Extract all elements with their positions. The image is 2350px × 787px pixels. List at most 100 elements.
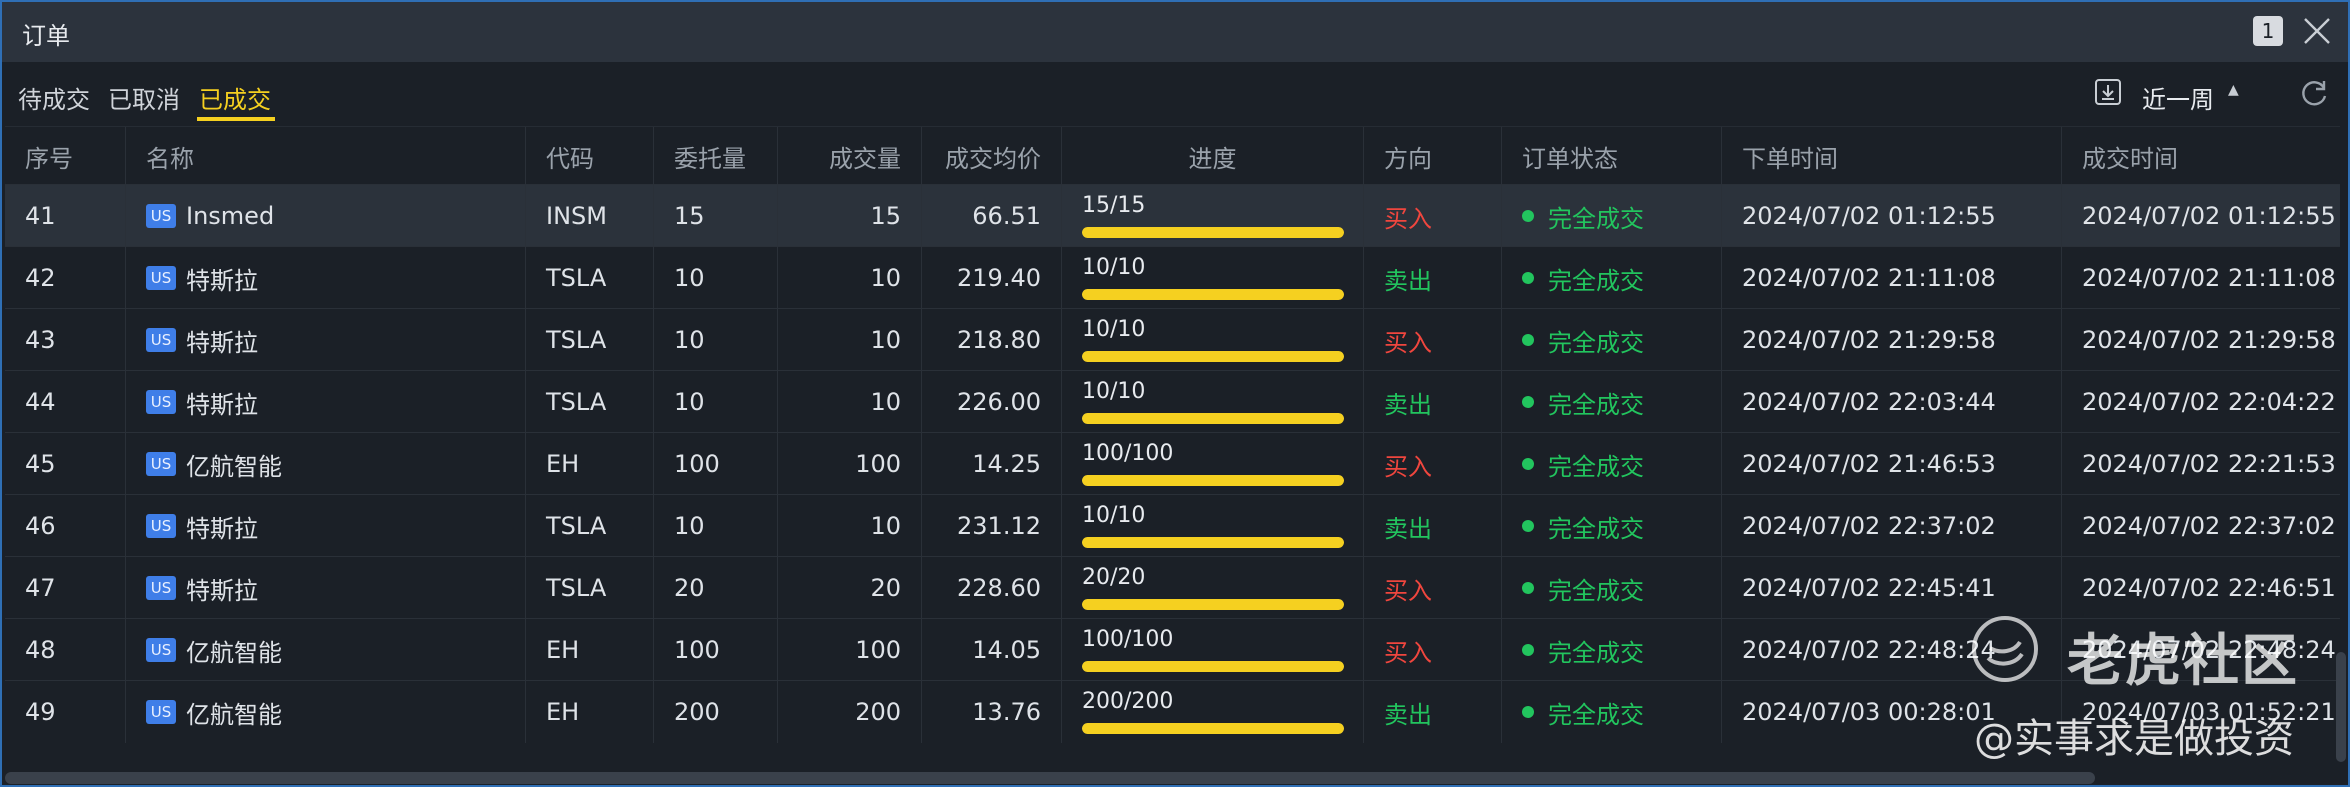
period-selector[interactable]: 近一周 [2142,80,2214,115]
watermark-brand: 老虎社区 [2067,629,2299,694]
cell-avg-price: 226.00 [921,371,1061,433]
cell-avg-price: 218.80 [921,309,1061,371]
cell-code: INSM [525,185,653,247]
cell-code: TSLA [525,557,653,619]
cell-direction: 买入 [1363,185,1501,247]
cell-fill-time: 2024/07/02 22:46:51 [2061,557,2340,619]
header-order-time[interactable]: 下单时间 [1721,127,2061,185]
cell-order-qty: 100 [653,619,777,681]
header-order-qty[interactable]: 委托量 [653,127,777,185]
progress-bar [1082,413,1344,424]
header-avg-price[interactable]: 成交均价 [921,127,1061,185]
stock-name: 亿航智能 [186,638,282,667]
header-name[interactable]: 名称 [125,127,525,185]
progress-indicator: 20/20 [1082,565,1344,611]
table-row[interactable]: 43 US 特斯拉 TSLA 10 10 218.80 10/10 买入 完全成交 2024/07/… [5,308,2340,371]
tab-cancelled[interactable]: 已取消 [108,80,180,115]
table-header: 序号 名称 代码 委托量 成交量 成交均价 进度 方向 订单状态 下单时间 成交… [5,126,2340,185]
cell-order-time: 2024/07/02 22:03:44 [1721,371,2061,433]
progress-bar [1082,661,1344,672]
status-text: 完全成交 [1548,266,1644,295]
caret-up-icon[interactable]: ▲ [2228,82,2239,98]
header-filled-qty[interactable]: 成交量 [777,127,921,185]
tab-pending[interactable]: 待成交 [18,80,90,115]
cell-name: US 特斯拉 [125,495,525,557]
tiger-logo-icon [1972,616,2038,682]
progress-text: 20/20 [1082,565,1146,590]
cell-order-qty: 10 [653,495,777,557]
cell-no: 45 [25,450,56,478]
cell-direction: 卖出 [1363,247,1501,309]
stock-name: 特斯拉 [186,576,258,605]
cell-code: EH [525,433,653,495]
cell-name: US Insmed [125,185,525,247]
cell-name: US 亿航智能 [125,433,525,495]
table-row[interactable]: 47 US 特斯拉 TSLA 20 20 228.60 20/20 买入 完全成交 2024/07/… [5,556,2340,619]
header-fill-time[interactable]: 成交时间 [2061,127,2340,185]
table-row[interactable]: 45 US 亿航智能 EH 100 100 14.25 100/100 买入 完全成交 2024/0… [5,432,2340,495]
cell-filled-qty: 15 [777,185,921,247]
progress-text: 10/10 [1082,255,1146,280]
cell-name: US 特斯拉 [125,309,525,371]
tab-filled[interactable]: 已成交 [199,80,271,115]
horizontal-scrollbar[interactable] [5,772,2095,784]
cell-code: TSLA [525,309,653,371]
header-status[interactable]: 订单状态 [1501,127,1721,185]
cell-code: EH [525,681,653,743]
progress-bar [1082,475,1344,486]
refresh-icon[interactable] [2298,78,2330,110]
order-status: 完全成交 [1522,509,1644,544]
table-row[interactable]: 42 US 特斯拉 TSLA 10 10 219.40 10/10 卖出 完全成交 2024/07/… [5,246,2340,309]
header-progress[interactable]: 进度 [1061,127,1363,185]
order-status: 完全成交 [1522,571,1644,606]
header-no[interactable]: 序号 [5,127,125,185]
progress-fill [1082,227,1344,238]
header-direction[interactable]: 方向 [1363,127,1501,185]
vertical-scrollbar[interactable] [2336,652,2346,762]
table-row[interactable]: 41 US Insmed INSM 15 15 66.51 15/15 买入 完全成交 2024/0… [5,184,2340,247]
order-status: 完全成交 [1522,695,1644,730]
cell-no: 41 [25,202,56,230]
status-text: 完全成交 [1548,390,1644,419]
cell-avg-price: 219.40 [921,247,1061,309]
cell-progress: 100/100 [1061,433,1363,495]
progress-text: 10/10 [1082,379,1146,404]
cell-order-qty: 10 [653,371,777,433]
cell-filled-qty: 100 [777,619,921,681]
cell-order-qty: 15 [653,185,777,247]
cell-fill-time: 2024/07/02 22:37:02 [2061,495,2340,557]
progress-bar [1082,351,1344,362]
title-bar: 订单 1 [2,2,2348,62]
table-row[interactable]: 44 US 特斯拉 TSLA 10 10 226.00 10/10 卖出 完全成交 2024/07/… [5,370,2340,433]
stock-name: 亿航智能 [186,452,282,481]
order-status: 完全成交 [1522,199,1644,234]
market-badge: US [146,638,176,662]
progress-indicator: 100/100 [1082,441,1344,487]
window-count-badge[interactable]: 1 [2253,16,2283,46]
cell-no: 46 [25,512,56,540]
cell-avg-price: 14.05 [921,619,1061,681]
table-row[interactable]: 46 US 特斯拉 TSLA 10 10 231.12 10/10 卖出 完全成交 2024/07/… [5,494,2340,557]
stock-name: 亿航智能 [186,700,282,729]
cell-filled-qty: 100 [777,433,921,495]
stock-name: 特斯拉 [186,266,258,295]
header-code[interactable]: 代码 [525,127,653,185]
cell-direction: 买入 [1363,619,1501,681]
status-text: 完全成交 [1548,204,1644,233]
window-title: 订单 [22,22,70,50]
cell-filled-qty: 200 [777,681,921,743]
close-icon[interactable] [2300,14,2334,48]
export-icon[interactable] [2094,78,2122,106]
cell-status: 完全成交 [1501,185,1721,247]
progress-text: 100/100 [1082,441,1174,466]
cell-direction: 买入 [1363,309,1501,371]
cell-filled-qty: 10 [777,247,921,309]
cell-status: 完全成交 [1501,433,1721,495]
progress-fill [1082,475,1344,486]
status-text: 完全成交 [1548,638,1644,667]
orders-window: 订单 1 待成交 已取消 已成交 近一周 ▲ 序号 名称 代码 委托量 成交量 … [0,0,2350,787]
market-badge: US [146,514,176,538]
cell-order-time: 2024/07/02 22:37:02 [1721,495,2061,557]
cell-order-time: 2024/07/02 21:11:08 [1721,247,2061,309]
status-text: 完全成交 [1548,700,1644,729]
